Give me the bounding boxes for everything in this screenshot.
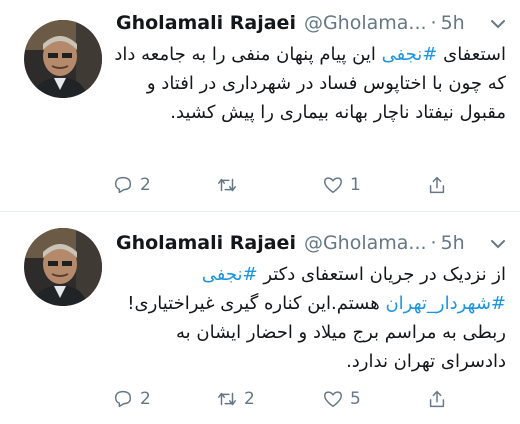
separator: · — [430, 12, 437, 34]
retweet-icon — [218, 178, 236, 192]
like-icon — [324, 391, 342, 408]
like-count: 5 — [350, 389, 361, 409]
hashtag-link[interactable]: #نجفی — [382, 44, 438, 65]
separator: · — [430, 232, 437, 254]
tweet-actions: 2 1 — [112, 170, 502, 200]
author-handle[interactable]: @Gholama... — [304, 12, 427, 34]
reply-count: 2 — [140, 389, 151, 409]
like-icon — [324, 177, 342, 194]
hashtag-link[interactable]: #نجفی — [202, 264, 258, 285]
text-before: از نزدیک در جریان استعفای دکتر — [257, 264, 506, 285]
reply-count: 2 — [140, 175, 151, 195]
like-button[interactable]: 5 — [322, 384, 361, 414]
tweet-header: Gholamali Rajaei @Gholama... · 5h — [116, 232, 508, 258]
share-button[interactable] — [426, 170, 448, 200]
tweet-text: استعفای #نجفی این پیام پنهان منفی را به … — [112, 40, 506, 127]
retweet-button[interactable] — [216, 170, 244, 200]
tweet-text: از نزدیک در جریان استعفای دکتر #نجفی #شه… — [112, 260, 506, 376]
tweet[interactable]: Gholamali Rajaei @Gholama... · 5h از نزد… — [0, 212, 520, 424]
hashtag-link[interactable]: #شهردار_تهران — [385, 293, 506, 314]
timestamp[interactable]: 5h — [441, 12, 465, 34]
chevron-down-icon[interactable] — [490, 18, 506, 30]
chevron-down-icon[interactable] — [490, 238, 506, 250]
timestamp[interactable]: 5h — [441, 232, 465, 254]
reply-button[interactable]: 2 — [112, 384, 151, 414]
tweet-header: Gholamali Rajaei @Gholama... · 5h — [116, 12, 508, 38]
retweet-button[interactable]: 2 — [216, 384, 255, 414]
author-handle[interactable]: @Gholama... — [304, 232, 427, 254]
tweet-actions: 2 2 5 — [112, 384, 502, 414]
author-name[interactable]: Gholamali Rajaei — [116, 232, 296, 254]
share-icon — [429, 390, 445, 408]
avatar[interactable] — [24, 228, 102, 306]
reply-icon — [114, 176, 132, 194]
avatar[interactable] — [24, 20, 102, 98]
text-before: استعفای — [437, 44, 506, 65]
reply-button[interactable]: 2 — [112, 170, 151, 200]
like-count: 1 — [350, 175, 361, 195]
reply-icon — [114, 390, 132, 408]
share-button[interactable] — [426, 384, 448, 414]
tweet[interactable]: Gholamali Rajaei @Gholama... · 5h استعفا… — [0, 0, 520, 212]
share-icon — [429, 176, 445, 194]
author-name[interactable]: Gholamali Rajaei — [116, 12, 296, 34]
retweet-icon — [218, 392, 236, 406]
retweet-count: 2 — [244, 389, 255, 409]
like-button[interactable]: 1 — [322, 170, 361, 200]
